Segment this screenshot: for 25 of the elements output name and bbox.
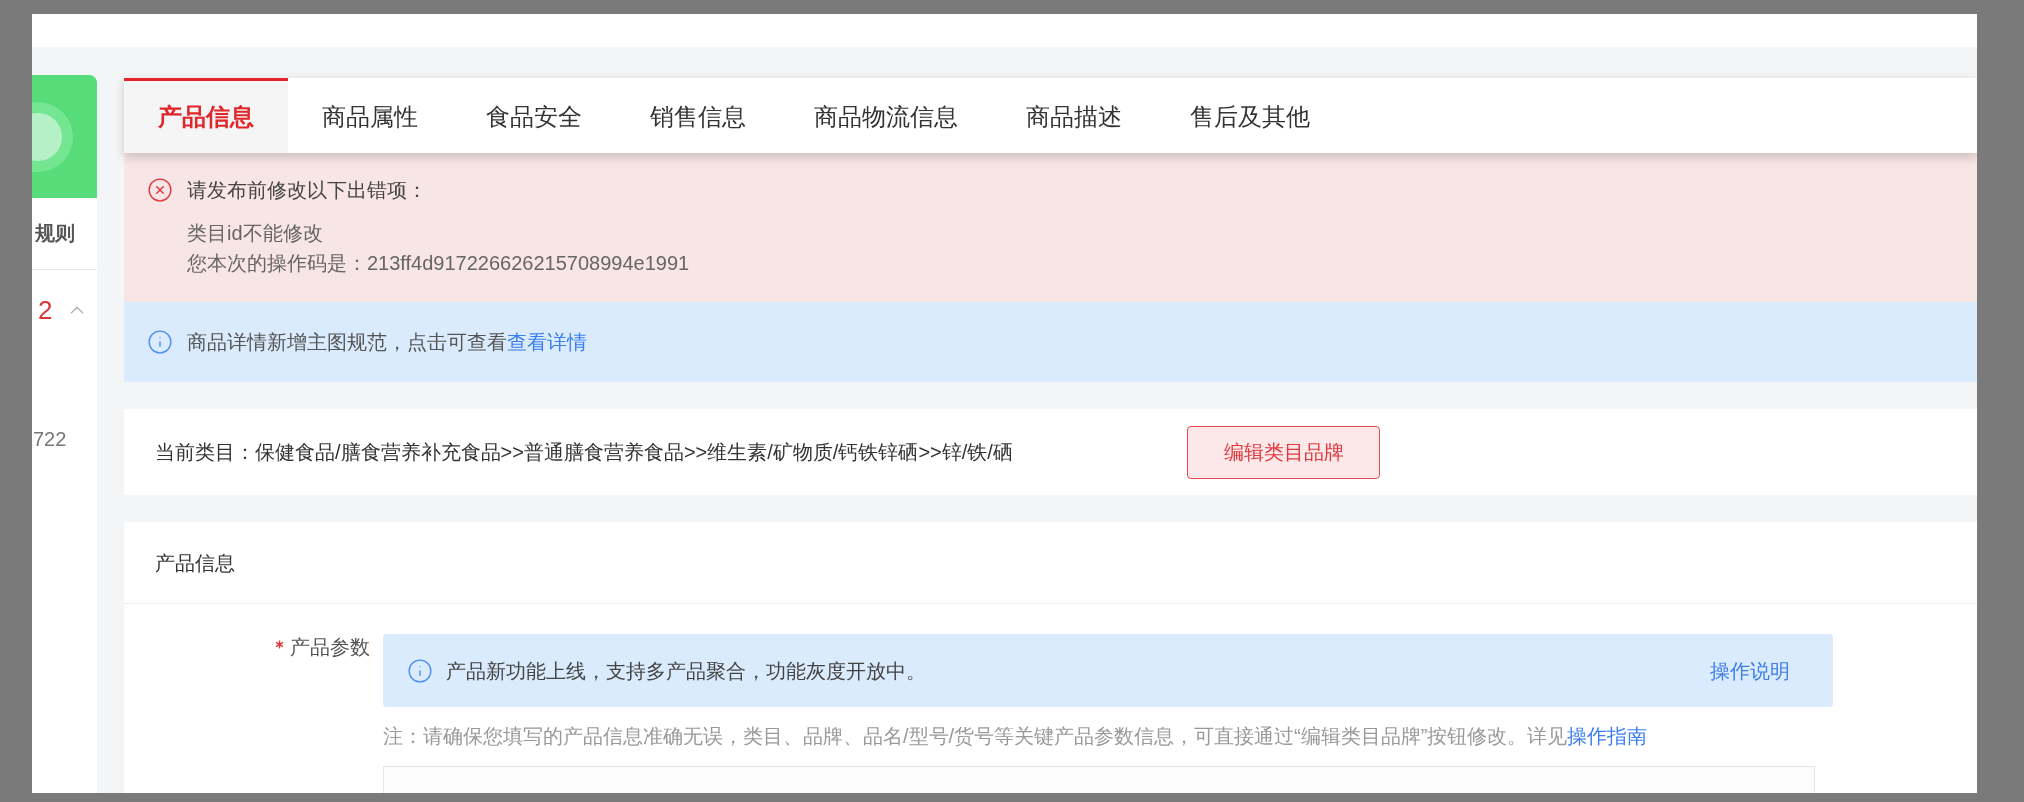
error-icon	[147, 177, 173, 203]
error-message: 您本次的操作码是：213ff4d917226626215708994e1991	[187, 251, 690, 276]
info-icon	[407, 657, 433, 684]
tab[interactable]: 售后及其他	[1156, 78, 1344, 153]
count-text: 2	[38, 296, 53, 324]
tab[interactable]: 食品安全	[452, 78, 616, 153]
section-title: 产品信息	[155, 550, 235, 576]
sidebar-heading: 规则	[35, 221, 75, 246]
tab[interactable]: 产品信息	[124, 78, 288, 153]
category-path: 当前类目：保健食品/膳食营养补充食品>>普通膳食营养食品>>维生素/矿物质/钙铁锌硒>>锌/铁/硒	[155, 441, 1013, 463]
error-title: 请发布前修改以下出错项：	[187, 178, 427, 203]
tab[interactable]: 商品属性	[288, 78, 452, 153]
circle-drawing	[32, 102, 73, 172]
info-icon	[147, 329, 173, 355]
tab[interactable]: 商品物流信息	[780, 78, 992, 153]
number-text: 722	[33, 428, 67, 450]
tab[interactable]: 商品描述	[992, 78, 1156, 153]
error-message: 类目id不能修改	[187, 221, 323, 246]
guide-link[interactable]: 操作指南	[1567, 725, 1648, 747]
info-message: 商品详情新增主图规范，点击可查看查看详情	[187, 330, 587, 355]
field-label: 产品参数	[290, 635, 370, 660]
edit-category-button[interactable]: 编辑类目品牌	[1187, 425, 1380, 479]
note-text: 注：请确保您填写的产品信息准确无误，类目、品牌、品名/型号/货号等关键产品参数信息，可直接通过“编辑类目品牌”按钮修改。详见操作指南	[383, 725, 1648, 747]
tab[interactable]: 销售信息	[616, 78, 780, 153]
notice-message: 产品新功能上线，支持多产品聚合，功能灰度开放中。	[446, 658, 926, 684]
